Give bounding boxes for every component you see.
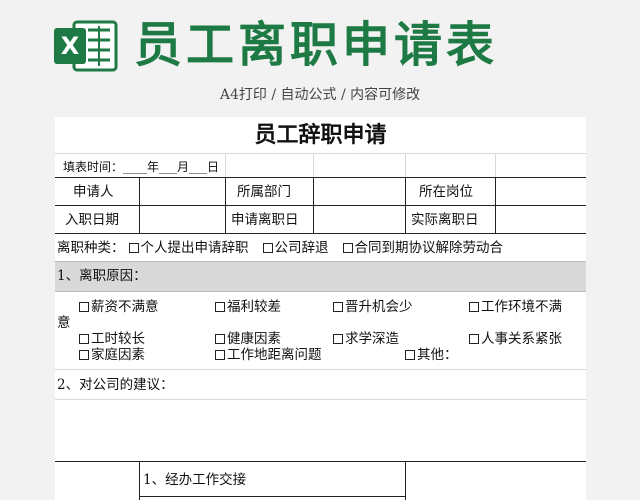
checkbox[interactable] bbox=[215, 302, 225, 312]
fill-date-label: 填表时间：____年___月___日 bbox=[63, 160, 220, 174]
checkbox[interactable] bbox=[333, 302, 343, 312]
checkbox[interactable] bbox=[79, 350, 89, 360]
leave-type-label: 离职种类： bbox=[57, 240, 125, 256]
reason-item: 其他： bbox=[405, 346, 458, 364]
table-border bbox=[55, 205, 586, 206]
label-department: 所属部门 bbox=[237, 184, 291, 200]
reason-item: 家庭因素 bbox=[79, 346, 145, 364]
checkbox[interactable] bbox=[128, 243, 139, 253]
reason-item: 工作环境不满 bbox=[469, 298, 562, 316]
leave-option: 合同到期协议解除劳动合 bbox=[354, 240, 504, 256]
checkbox[interactable] bbox=[215, 334, 225, 344]
table-border bbox=[225, 177, 226, 233]
label-entry-date: 入职日期 bbox=[65, 212, 119, 228]
leave-option: 个人提出申请辞职 bbox=[140, 240, 249, 256]
template-banner: X 员工离职申请表 A4打印 / 自动公式 / 内容可修改 bbox=[0, 0, 640, 110]
grid-line bbox=[405, 153, 406, 177]
checkbox[interactable] bbox=[469, 334, 479, 344]
grid-line bbox=[55, 261, 586, 262]
label-apply-leave-date: 申请离职日 bbox=[231, 212, 299, 228]
spreadsheet: 员工辞职申请 填表时间：____年___月___日 申请人 所属部门 所在岗位 … bbox=[55, 117, 586, 500]
reason-item: 福利较差 bbox=[215, 298, 281, 316]
table-border bbox=[55, 233, 586, 234]
grid-line bbox=[55, 153, 586, 154]
table-border bbox=[55, 461, 586, 462]
grid-line bbox=[55, 369, 586, 370]
label-actual-leave-date: 实际离职日 bbox=[411, 212, 479, 228]
checkbox[interactable] bbox=[262, 243, 273, 253]
table-border bbox=[313, 177, 314, 233]
checkbox[interactable] bbox=[469, 302, 479, 312]
excel-icon: X bbox=[54, 20, 118, 72]
grid-line bbox=[225, 153, 226, 177]
table-border bbox=[405, 461, 406, 500]
reason-item: 求学深造 bbox=[333, 330, 399, 348]
sheet-title: 员工辞职申请 bbox=[254, 122, 387, 148]
checkbox[interactable] bbox=[79, 334, 89, 344]
excel-icon-letter: X bbox=[61, 32, 80, 60]
banner-subtitle: A4打印 / 自动公式 / 内容可修改 bbox=[219, 87, 421, 103]
table-border bbox=[495, 177, 496, 233]
checkbox[interactable] bbox=[333, 334, 343, 344]
grid-line bbox=[55, 291, 586, 292]
grid-line bbox=[55, 399, 586, 400]
section-leave-reason: 1、离职原因： bbox=[57, 268, 147, 284]
label-post: 所在岗位 bbox=[419, 184, 473, 200]
table-border bbox=[405, 177, 406, 233]
checkbox[interactable] bbox=[342, 243, 353, 253]
grid-line bbox=[495, 153, 496, 177]
label-applicant: 申请人 bbox=[73, 184, 114, 200]
table-border bbox=[139, 496, 405, 497]
grid-line bbox=[313, 153, 314, 177]
checkbox[interactable] bbox=[405, 350, 415, 360]
table-border bbox=[55, 177, 586, 178]
banner-title: 员工离职申请表 bbox=[134, 17, 499, 73]
reason-item: 工作地距离问题 bbox=[215, 346, 322, 364]
section-suggestions: 2、对公司的建议： bbox=[57, 377, 174, 393]
reason-wrap-text: 意 bbox=[57, 315, 71, 331]
handover-label: 1、经办工作交接 bbox=[143, 472, 247, 488]
checkbox[interactable] bbox=[79, 302, 89, 312]
reason-item: 人事关系紧张 bbox=[469, 330, 562, 348]
table-border bbox=[139, 177, 140, 233]
leave-type-row: 离职种类： 个人提出申请辞职 公司辞退 合同到期协议解除劳动合 bbox=[57, 239, 503, 257]
table-border bbox=[139, 461, 140, 500]
leave-option: 公司辞退 bbox=[274, 240, 329, 256]
checkbox[interactable] bbox=[215, 350, 225, 360]
reason-item: 薪资不满意 bbox=[79, 298, 159, 316]
reason-item: 晋升机会少 bbox=[333, 298, 413, 316]
